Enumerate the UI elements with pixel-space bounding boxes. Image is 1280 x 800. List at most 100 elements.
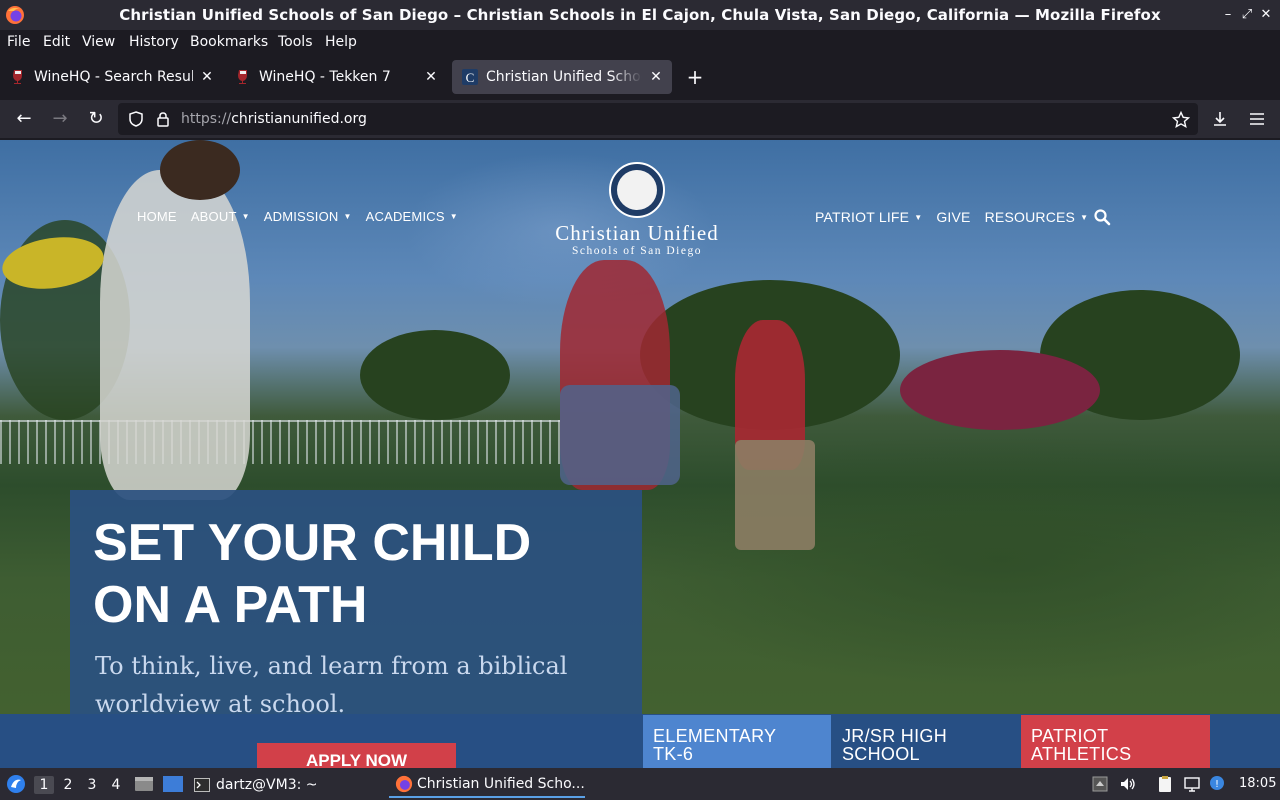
program-card-label: TK-6 [653, 744, 694, 764]
taskbar-task-label: dartz@VM3: ~ [216, 777, 318, 793]
site-nav-left: HOME ABOUT ▼ ADMISSION ▼ ACADEMICS ▼ [137, 209, 472, 224]
file-manager-icon[interactable] [134, 775, 154, 793]
close-icon[interactable]: ✕ [199, 69, 215, 85]
tab-christian-unified[interactable]: C Christian Unified Schools ✕ [452, 60, 672, 94]
hero-photo-bougainvillea [900, 350, 1100, 430]
url-bar[interactable]: https://christianunified.org [118, 103, 1198, 135]
lock-icon[interactable] [155, 111, 171, 127]
winehq-favicon [238, 70, 247, 84]
caret-down-icon: ▼ [449, 212, 458, 221]
url-host: christianunified.org [231, 111, 367, 127]
site-nav-label: ACADEMICS [365, 209, 445, 224]
taskbar-task-firefox[interactable]: Christian Unified Scho... [389, 772, 585, 798]
workspace-4[interactable]: 4 [106, 776, 126, 794]
close-icon[interactable]: ✕ [1258, 7, 1274, 23]
hero-photo-fence [0, 420, 560, 464]
start-menu-icon[interactable] [6, 774, 26, 794]
workspace-3[interactable]: 3 [82, 776, 102, 794]
program-card-label: PATRIOT [1031, 726, 1109, 746]
window-titlebar: Christian Unified Schools of San Diego –… [0, 0, 1280, 30]
school-seal-icon [609, 162, 665, 218]
caret-down-icon: ▼ [914, 213, 923, 222]
hero-headline-line: SET YOUR CHILD [93, 514, 532, 572]
site-nav-academics[interactable]: ACADEMICS ▼ [366, 209, 458, 224]
svg-text:!: ! [1215, 779, 1219, 790]
program-card-label: JR/SR HIGH [842, 726, 948, 746]
site-nav-about[interactable]: ABOUT ▼ [191, 209, 250, 224]
hero-headline: SET YOUR CHILD ON A PATH [93, 512, 633, 636]
menu-bookmarks[interactable]: Bookmarks [190, 33, 268, 51]
hero-photo-child [160, 140, 240, 200]
notification-icon[interactable]: ! [1209, 775, 1227, 793]
menu-file[interactable]: File [7, 33, 30, 51]
window-title: Christian Unified Schools of San Diego –… [119, 6, 1161, 24]
forward-button[interactable]: → [48, 107, 72, 131]
svg-text:C: C [466, 70, 475, 85]
new-tab-button[interactable]: + [684, 66, 706, 88]
hero-subheadline: To think, live, and learn from a biblica… [95, 652, 568, 718]
hamburger-menu-icon[interactable] [1248, 110, 1266, 128]
site-nav-patriot-life[interactable]: PATRIOT LIFE ▼ [815, 209, 922, 225]
site-nav-give[interactable]: GIVE [936, 209, 970, 225]
site-nav-label: ADMISSION [263, 209, 339, 224]
close-icon[interactable]: ✕ [423, 69, 439, 85]
clipboard-icon[interactable] [1156, 775, 1174, 793]
site-nav-admission[interactable]: ADMISSION ▼ [264, 209, 352, 224]
download-icon[interactable] [1211, 110, 1229, 128]
site-nav-label: GIVE [936, 209, 971, 225]
url-text[interactable]: https://christianunified.org [181, 103, 367, 135]
menu-view[interactable]: View [82, 33, 115, 51]
program-card-elementary[interactable]: ELEMENTARY TK-6 [643, 715, 831, 768]
program-card-label: ATHLETICS [1031, 744, 1132, 764]
taskbar-task-label: Christian Unified Scho... [417, 776, 585, 792]
back-button[interactable]: ← [12, 107, 36, 131]
site-nav-label: HOME [137, 209, 177, 224]
program-card-jr-sr-high[interactable]: JR/SR HIGH SCHOOL [832, 715, 1020, 768]
workspace-1[interactable]: 1 [34, 776, 54, 794]
tab-bar: WineHQ - Search Results ✕ WineHQ - Tekke… [0, 54, 1280, 100]
winehq-favicon [13, 70, 22, 84]
search-icon[interactable] [1093, 208, 1111, 226]
bookmark-star-icon[interactable] [1172, 111, 1190, 129]
program-card-athletics[interactable]: PATRIOT ATHLETICS [1021, 715, 1210, 768]
tray-arrow-icon[interactable] [1091, 775, 1109, 793]
tab-winehq-tekken[interactable]: WineHQ - Tekken 7 ✕ [225, 60, 447, 94]
site-nav-label: ABOUT [190, 209, 237, 224]
menu-edit[interactable]: Edit [43, 33, 70, 51]
site-nav-right: PATRIOT LIFE ▼ GIVE RESOURCES ▼ [815, 209, 1102, 225]
site-nav-resources[interactable]: RESOURCES ▼ [985, 209, 1089, 225]
network-icon[interactable] [1183, 775, 1201, 793]
taskbar-task-terminal[interactable]: dartz@VM3: ~ [194, 772, 318, 798]
caret-down-icon: ▼ [1080, 213, 1089, 222]
caret-down-icon: ▼ [241, 212, 250, 221]
tab-label: Christian Unified Schools [486, 69, 642, 85]
menu-tools[interactable]: Tools [278, 33, 313, 51]
terminal-icon [194, 778, 210, 792]
minimize-icon[interactable]: – [1220, 7, 1236, 23]
menu-history[interactable]: History [129, 33, 179, 51]
clock[interactable]: 18:05 [1239, 768, 1276, 800]
firefox-icon [395, 775, 413, 793]
reload-button[interactable]: ↻ [84, 107, 108, 131]
maximize-icon[interactable]: ⤢ [1239, 7, 1255, 23]
apply-now-button[interactable]: APPLY NOW [257, 743, 456, 768]
shield-icon[interactable] [128, 111, 144, 127]
caret-down-icon: ▼ [343, 212, 352, 221]
volume-icon[interactable] [1119, 775, 1137, 793]
site-nav-label: RESOURCES [984, 209, 1076, 225]
taskbar: 1 2 3 4 dartz@VM3: ~ Christian Unified S… [0, 768, 1280, 800]
menu-help[interactable]: Help [325, 33, 357, 51]
desktop-icon[interactable] [162, 775, 184, 793]
tab-label: WineHQ - Tekken 7 [259, 69, 391, 85]
site-logo[interactable]: Christian Unified Schools of San Diego [534, 162, 740, 262]
close-icon[interactable]: ✕ [648, 69, 664, 85]
program-card-label: ELEMENTARY [653, 726, 777, 746]
tab-winehq-search[interactable]: WineHQ - Search Results ✕ [0, 60, 223, 94]
tab-label: WineHQ - Search Results [34, 69, 193, 85]
workspace-2[interactable]: 2 [58, 776, 78, 794]
logo-subname: Schools of San Diego [572, 245, 702, 257]
cus-favicon: C [462, 69, 478, 85]
hero-headline-line: ON A PATH [93, 576, 368, 634]
site-nav-home[interactable]: HOME [137, 209, 177, 224]
hero-photo-child [735, 440, 815, 550]
